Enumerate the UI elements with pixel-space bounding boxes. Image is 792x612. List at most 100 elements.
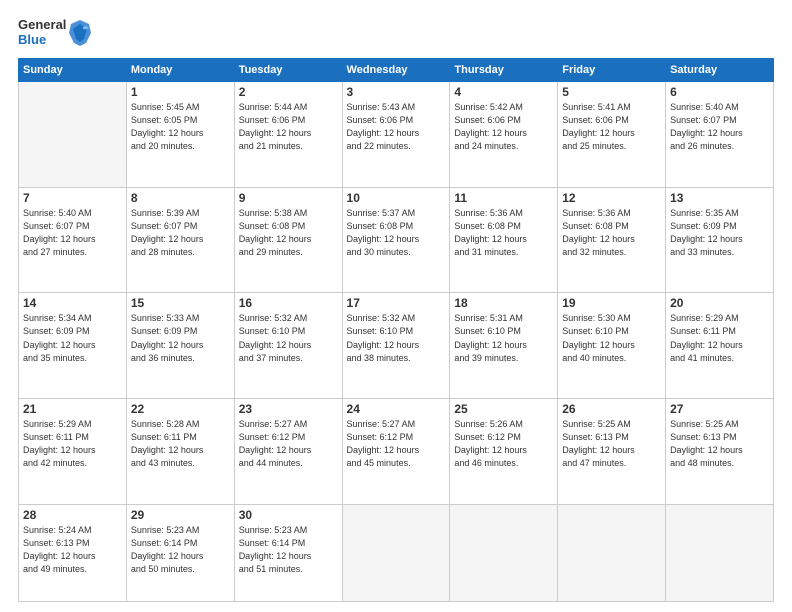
- calendar-cell: 30 Sunrise: 5:23 AMSunset: 6:14 PMDayligh…: [234, 505, 342, 602]
- day-info: Sunrise: 5:28 AMSunset: 6:11 PMDaylight:…: [131, 418, 230, 470]
- day-number: 24: [347, 402, 446, 416]
- day-info: Sunrise: 5:23 AMSunset: 6:14 PMDaylight:…: [239, 524, 338, 576]
- day-info: Sunrise: 5:32 AMSunset: 6:10 PMDaylight:…: [239, 312, 338, 364]
- calendar-cell: 5 Sunrise: 5:41 AMSunset: 6:06 PMDaylight…: [558, 81, 666, 187]
- day-number: 22: [131, 402, 230, 416]
- day-number: 5: [562, 85, 661, 99]
- col-header-saturday: Saturday: [666, 58, 774, 81]
- calendar-cell: 21 Sunrise: 5:29 AMSunset: 6:11 PMDayligh…: [19, 399, 127, 505]
- calendar-cell: 23Sunrise: 5:27 AMSunset: 6:12 PMDayligh…: [234, 399, 342, 505]
- day-info: Sunrise: 5:29 AMSunset: 6:11 PMDaylight:…: [670, 312, 769, 364]
- calendar-cell: 10 Sunrise: 5:37 AMSunset: 6:08 PMDayligh…: [342, 187, 450, 293]
- calendar-cell: [342, 505, 450, 602]
- calendar-cell: 9Sunrise: 5:38 AMSunset: 6:08 PMDaylight…: [234, 187, 342, 293]
- col-header-monday: Monday: [126, 58, 234, 81]
- day-number: 30: [239, 508, 338, 522]
- calendar-cell: 13 Sunrise: 5:35 AMSunset: 6:09 PMDayligh…: [666, 187, 774, 293]
- calendar-cell: 25 Sunrise: 5:26 AMSunset: 6:12 PMDayligh…: [450, 399, 558, 505]
- page: General Blue SundayMondayTuesdayWednesda…: [0, 0, 792, 612]
- day-number: 17: [347, 296, 446, 310]
- day-number: 18: [454, 296, 553, 310]
- day-info: Sunrise: 5:25 AMSunset: 6:13 PMDaylight:…: [670, 418, 769, 470]
- calendar-cell: 26 Sunrise: 5:25 AMSunset: 6:13 PMDayligh…: [558, 399, 666, 505]
- week-row: 1 Sunrise: 5:45 AMSunset: 6:05 PMDaylight…: [19, 81, 774, 187]
- week-row: 28Sunrise: 5:24 AMSunset: 6:13 PMDayligh…: [19, 505, 774, 602]
- calendar-cell: 1 Sunrise: 5:45 AMSunset: 6:05 PMDaylight…: [126, 81, 234, 187]
- day-info: Sunrise: 5:39 AMSunset: 6:07 PMDaylight:…: [131, 207, 230, 259]
- day-number: 10: [347, 191, 446, 205]
- day-info: Sunrise: 5:31 AMSunset: 6:10 PMDaylight:…: [454, 312, 553, 364]
- calendar-cell: 19 Sunrise: 5:30 AMSunset: 6:10 PMDayligh…: [558, 293, 666, 399]
- calendar-cell: 3Sunrise: 5:43 AMSunset: 6:06 PMDaylight…: [342, 81, 450, 187]
- day-number: 12: [562, 191, 661, 205]
- calendar-cell: 11 Sunrise: 5:36 AMSunset: 6:08 PMDayligh…: [450, 187, 558, 293]
- day-number: 28: [23, 508, 122, 522]
- day-info: Sunrise: 5:32 AMSunset: 6:10 PMDaylight:…: [347, 312, 446, 364]
- day-number: 9: [239, 191, 338, 205]
- col-header-sunday: Sunday: [19, 58, 127, 81]
- col-header-tuesday: Tuesday: [234, 58, 342, 81]
- col-header-thursday: Thursday: [450, 58, 558, 81]
- day-info: Sunrise: 5:35 AMSunset: 6:09 PMDaylight:…: [670, 207, 769, 259]
- day-info: Sunrise: 5:43 AMSunset: 6:06 PMDaylight:…: [347, 101, 446, 153]
- calendar-cell: 28Sunrise: 5:24 AMSunset: 6:13 PMDayligh…: [19, 505, 127, 602]
- day-number: 14: [23, 296, 122, 310]
- day-info: Sunrise: 5:33 AMSunset: 6:09 PMDaylight:…: [131, 312, 230, 364]
- calendar-cell: 2 Sunrise: 5:44 AMSunset: 6:06 PMDaylight…: [234, 81, 342, 187]
- day-info: Sunrise: 5:37 AMSunset: 6:08 PMDaylight:…: [347, 207, 446, 259]
- calendar-cell: 24 Sunrise: 5:27 AMSunset: 6:12 PMDayligh…: [342, 399, 450, 505]
- day-number: 16: [239, 296, 338, 310]
- day-info: Sunrise: 5:40 AMSunset: 6:07 PMDaylight:…: [23, 207, 122, 259]
- week-row: 21 Sunrise: 5:29 AMSunset: 6:11 PMDayligh…: [19, 399, 774, 505]
- header-row: SundayMondayTuesdayWednesdayThursdayFrid…: [19, 58, 774, 81]
- calendar-cell: 17 Sunrise: 5:32 AMSunset: 6:10 PMDayligh…: [342, 293, 450, 399]
- day-info: Sunrise: 5:23 AMSunset: 6:14 PMDaylight:…: [131, 524, 230, 576]
- calendar-cell: 22 Sunrise: 5:28 AMSunset: 6:11 PMDayligh…: [126, 399, 234, 505]
- day-info: Sunrise: 5:27 AMSunset: 6:12 PMDaylight:…: [239, 418, 338, 470]
- col-header-friday: Friday: [558, 58, 666, 81]
- day-number: 25: [454, 402, 553, 416]
- day-number: 19: [562, 296, 661, 310]
- day-number: 13: [670, 191, 769, 205]
- day-number: 1: [131, 85, 230, 99]
- day-info: Sunrise: 5:25 AMSunset: 6:13 PMDaylight:…: [562, 418, 661, 470]
- day-info: Sunrise: 5:44 AMSunset: 6:06 PMDaylight:…: [239, 101, 338, 153]
- calendar-cell: [450, 505, 558, 602]
- logo-icon: [69, 19, 91, 47]
- calendar-cell: [558, 505, 666, 602]
- calendar-cell: [19, 81, 127, 187]
- calendar-cell: 7 Sunrise: 5:40 AMSunset: 6:07 PMDaylight…: [19, 187, 127, 293]
- day-number: 21: [23, 402, 122, 416]
- logo: General Blue: [18, 18, 91, 48]
- day-number: 7: [23, 191, 122, 205]
- day-number: 4: [454, 85, 553, 99]
- day-info: Sunrise: 5:36 AMSunset: 6:08 PMDaylight:…: [562, 207, 661, 259]
- day-number: 27: [670, 402, 769, 416]
- day-number: 29: [131, 508, 230, 522]
- week-row: 7 Sunrise: 5:40 AMSunset: 6:07 PMDaylight…: [19, 187, 774, 293]
- day-info: Sunrise: 5:41 AMSunset: 6:06 PMDaylight:…: [562, 101, 661, 153]
- day-info: Sunrise: 5:36 AMSunset: 6:08 PMDaylight:…: [454, 207, 553, 259]
- day-number: 8: [131, 191, 230, 205]
- day-info: Sunrise: 5:29 AMSunset: 6:11 PMDaylight:…: [23, 418, 122, 470]
- day-number: 15: [131, 296, 230, 310]
- day-number: 2: [239, 85, 338, 99]
- day-number: 6: [670, 85, 769, 99]
- calendar-table: SundayMondayTuesdayWednesdayThursdayFrid…: [18, 58, 774, 602]
- day-info: Sunrise: 5:26 AMSunset: 6:12 PMDaylight:…: [454, 418, 553, 470]
- day-info: Sunrise: 5:27 AMSunset: 6:12 PMDaylight:…: [347, 418, 446, 470]
- day-number: 11: [454, 191, 553, 205]
- calendar-cell: 4Sunrise: 5:42 AMSunset: 6:06 PMDaylight…: [450, 81, 558, 187]
- day-info: Sunrise: 5:34 AMSunset: 6:09 PMDaylight:…: [23, 312, 122, 364]
- calendar-cell: 18 Sunrise: 5:31 AMSunset: 6:10 PMDayligh…: [450, 293, 558, 399]
- calendar-cell: 12 Sunrise: 5:36 AMSunset: 6:08 PMDayligh…: [558, 187, 666, 293]
- day-info: Sunrise: 5:45 AMSunset: 6:05 PMDaylight:…: [131, 101, 230, 153]
- day-number: 20: [670, 296, 769, 310]
- day-number: 26: [562, 402, 661, 416]
- day-info: Sunrise: 5:30 AMSunset: 6:10 PMDaylight:…: [562, 312, 661, 364]
- calendar-cell: 29 Sunrise: 5:23 AMSunset: 6:14 PMDayligh…: [126, 505, 234, 602]
- calendar-cell: 27 Sunrise: 5:25 AMSunset: 6:13 PMDayligh…: [666, 399, 774, 505]
- week-row: 14 Sunrise: 5:34 AMSunset: 6:09 PMDayligh…: [19, 293, 774, 399]
- logo-general: General: [18, 18, 66, 33]
- calendar-cell: 16 Sunrise: 5:32 AMSunset: 6:10 PMDayligh…: [234, 293, 342, 399]
